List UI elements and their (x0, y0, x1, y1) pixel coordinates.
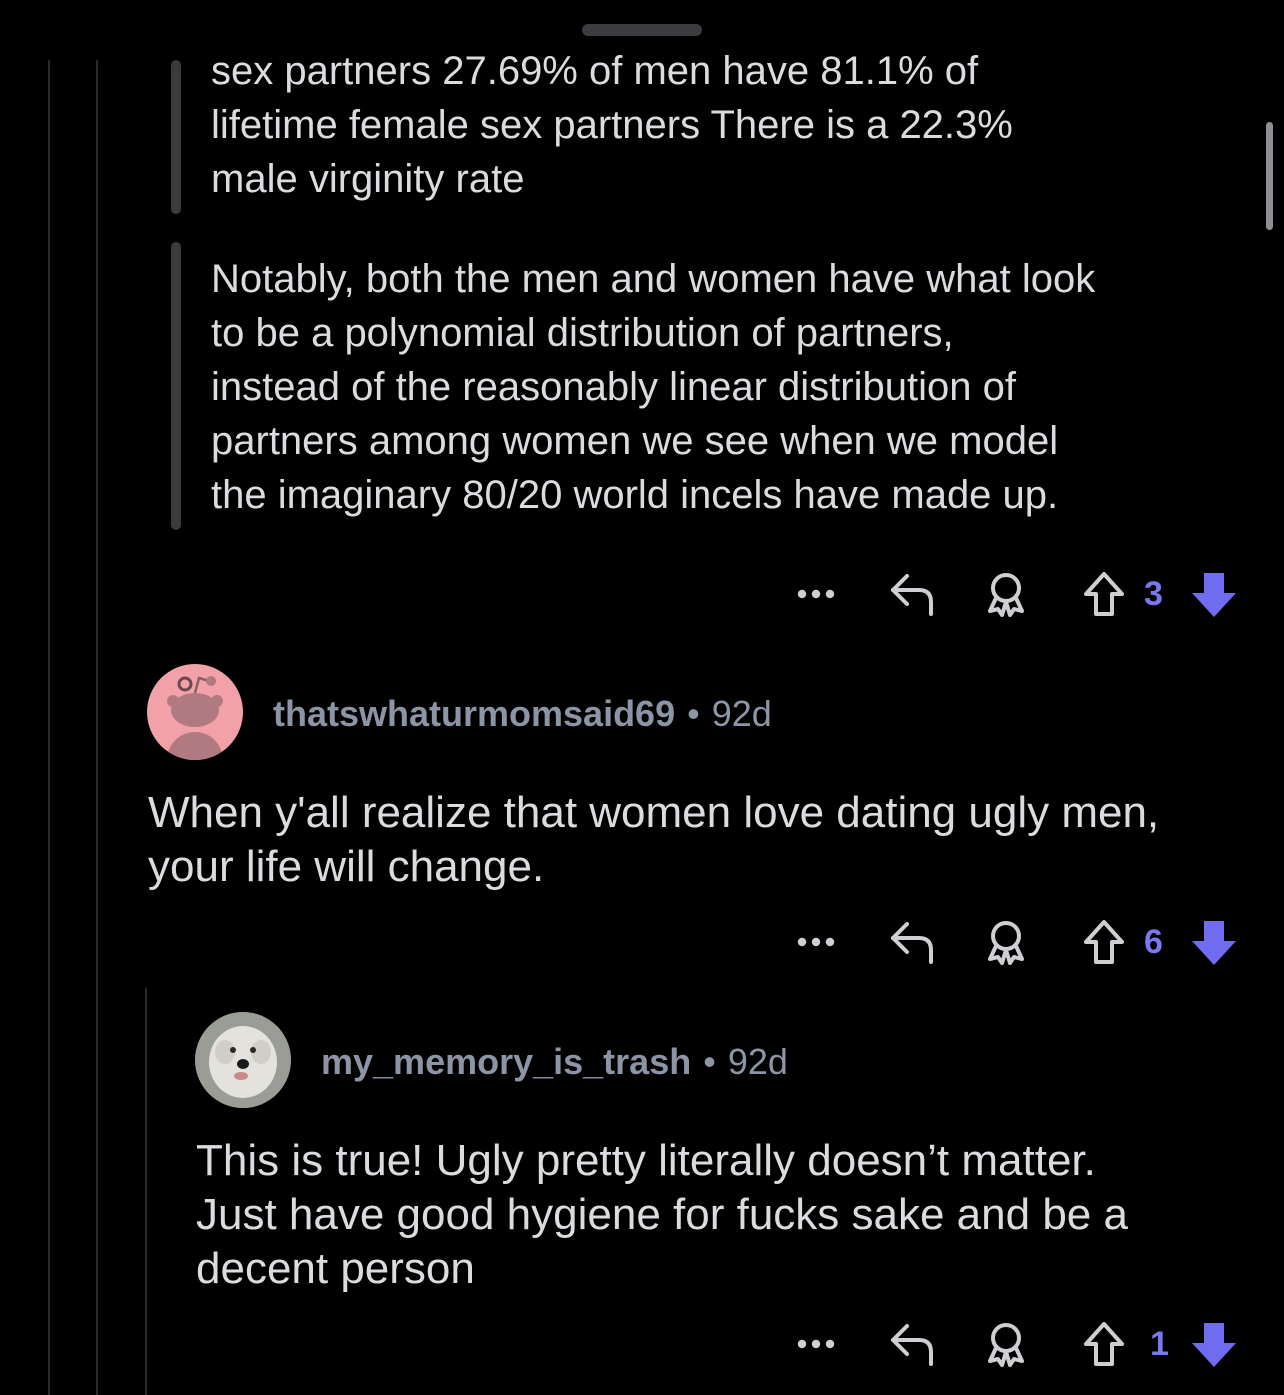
downvote-icon[interactable] (1188, 564, 1240, 624)
comment-text-line: your life will change. (148, 842, 545, 891)
quote-line: sex partners 27.69% of men have 81.1% of (211, 49, 979, 93)
quote-line: lifetime female sex partners There is a … (211, 103, 1013, 147)
comment-actions: 3 (780, 564, 1250, 624)
meta-separator: • (687, 693, 700, 734)
quote-line: Notably, both the men and women have wha… (211, 257, 1096, 301)
downvote-icon[interactable] (1188, 1314, 1240, 1374)
thread-line[interactable] (48, 60, 50, 1395)
quote-bar (171, 242, 181, 530)
comment-age: 92d (711, 693, 772, 734)
meta-separator: • (703, 1041, 716, 1082)
comment-text-line: Just have good hygiene for fucks sake an… (196, 1190, 1128, 1239)
username-link[interactable]: thatswhaturmomsaid69 (273, 693, 675, 734)
reply-icon[interactable] (884, 912, 940, 972)
quote-line: to be a polynomial distribution of partn… (211, 311, 954, 355)
reply-icon[interactable] (884, 564, 940, 624)
upvote-icon[interactable] (1078, 1314, 1130, 1374)
more-icon[interactable] (790, 1314, 842, 1374)
reply-icon[interactable] (884, 1314, 940, 1374)
thread-line[interactable] (96, 60, 98, 1395)
award-icon[interactable] (980, 564, 1032, 624)
upvote-icon[interactable] (1078, 564, 1130, 624)
quote-line: male virginity rate (211, 157, 525, 201)
snoo-avatar[interactable] (147, 664, 243, 760)
comment-meta: my_memory_is_trash • 92d (321, 1038, 788, 1086)
more-icon[interactable] (790, 912, 842, 972)
comment-text-line: This is true! Ugly pretty literally does… (196, 1136, 1096, 1185)
thread-line[interactable] (145, 988, 147, 1395)
comment-actions: 6 (780, 912, 1250, 972)
comment-actions: 1 (780, 1314, 1250, 1374)
comment-age: 92d (727, 1041, 788, 1082)
comment-meta: thatswhaturmomsaid69 • 92d (273, 690, 772, 738)
dog-photo-avatar[interactable] (195, 1012, 291, 1108)
award-icon[interactable] (980, 912, 1032, 972)
sheet-drag-handle[interactable] (582, 24, 702, 36)
award-icon[interactable] (980, 1314, 1032, 1374)
quote-line: the imaginary 80/20 world incels have ma… (211, 473, 1059, 517)
upvote-icon[interactable] (1078, 912, 1130, 972)
username-link[interactable]: my_memory_is_trash (321, 1041, 691, 1082)
scrollbar[interactable] (1266, 122, 1273, 230)
quote-bar (171, 60, 181, 214)
quote-line: instead of the reasonably linear distrib… (211, 365, 1016, 409)
more-icon[interactable] (790, 564, 842, 624)
quote-line: partners among women we see when we mode… (211, 419, 1059, 463)
comment-text-line: decent person (196, 1244, 475, 1293)
vote-count: 1 (1150, 1325, 1169, 1363)
vote-count: 3 (1144, 575, 1163, 613)
comment-text-line: When y'all realize that women love datin… (148, 788, 1160, 837)
downvote-icon[interactable] (1188, 912, 1240, 972)
vote-count: 6 (1144, 923, 1163, 961)
